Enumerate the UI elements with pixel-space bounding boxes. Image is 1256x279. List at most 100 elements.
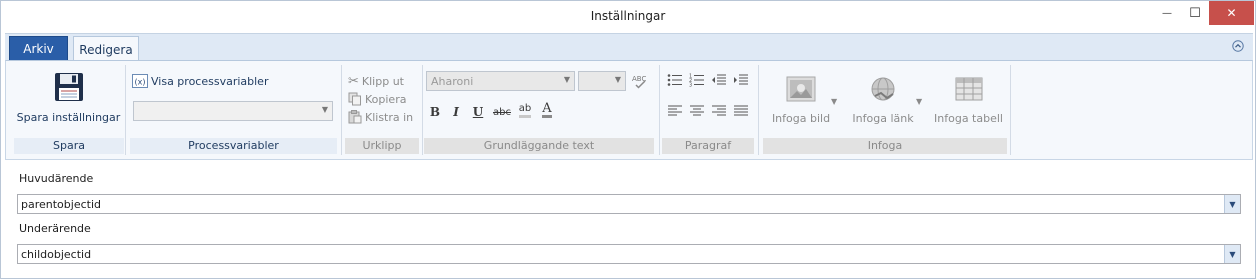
save-settings-label: Spara inställningar [16, 111, 121, 124]
strikethrough-icon: abc [493, 106, 511, 118]
font-color-icon: A [542, 101, 552, 118]
underline-icon: U [472, 105, 484, 119]
insert-link-button[interactable]: Infoga länk [848, 76, 918, 125]
group-label-processvariabler: Processvariabler [130, 138, 337, 154]
show-process-variables-button[interactable]: (x) Visa processvariabler [132, 73, 268, 89]
minimize-button[interactable]: — [1153, 1, 1181, 25]
save-settings-button[interactable]: Spara inställningar [16, 71, 121, 124]
floppy-disk-icon [54, 73, 83, 101]
clipboard-icon [348, 110, 362, 124]
group-label-infoga: Infoga [763, 138, 1007, 154]
spellcheck-icon: ABC [632, 75, 646, 89]
paste-label: Klistra in [365, 110, 414, 124]
align-justify-button[interactable] [732, 102, 750, 120]
align-right-button[interactable] [710, 102, 728, 120]
chevron-down-icon: ▼ [831, 97, 838, 106]
insert-image-button[interactable]: Infoga bild [766, 76, 836, 125]
decrease-indent-icon [712, 74, 726, 85]
chevron-down-icon: ▼ [321, 105, 328, 114]
numbered-list-button[interactable]: 1 2 3 [688, 71, 706, 89]
align-center-icon [690, 105, 704, 116]
insert-link-dropdown-arrow[interactable]: ▼ [916, 97, 922, 106]
underarende-combobox[interactable]: childobjectid ▼ [17, 244, 1241, 264]
underarende-label: Underärende [19, 222, 91, 235]
group-label-paragraf: Paragraf [662, 138, 754, 154]
copy-icon [348, 92, 361, 106]
svg-text:3: 3 [689, 83, 692, 88]
bullet-list-icon [667, 74, 682, 86]
font-family-dropdown[interactable]: Aharoni ▼ [426, 71, 575, 91]
image-icon [786, 76, 816, 102]
highlight-icon: ab [518, 103, 532, 118]
tab-arkiv[interactable]: Arkiv [9, 36, 68, 62]
font-size-dropdown[interactable]: ▼ [578, 71, 626, 91]
chevron-down-icon: ▼ [563, 75, 570, 84]
link-globe-icon [871, 77, 895, 101]
insert-image-dropdown-arrow[interactable]: ▼ [831, 97, 837, 106]
increase-indent-button[interactable] [732, 71, 750, 89]
strikethrough-button[interactable]: abc [492, 103, 512, 121]
align-center-button[interactable] [688, 102, 706, 120]
group-separator [125, 65, 126, 155]
cut-button[interactable]: ✂ Klipp ut [348, 73, 404, 89]
close-icon: ✕ [1226, 6, 1237, 20]
collapse-ribbon-button[interactable] [1231, 40, 1245, 54]
close-button[interactable]: ✕ [1209, 1, 1254, 25]
italic-button[interactable]: I [447, 103, 465, 121]
chevron-down-icon: ▼ [1229, 199, 1236, 209]
settings-window: Inställningar — ☐ ✕ Arkiv Redigera Spara… [0, 0, 1256, 279]
align-justify-icon [734, 105, 748, 116]
bold-button[interactable]: B [426, 103, 444, 121]
paste-button[interactable]: Klistra in [348, 109, 413, 125]
group-label-spara: Spara [14, 138, 124, 154]
chevron-up-icon [1232, 40, 1244, 52]
highlight-button[interactable]: ab [516, 101, 534, 119]
variable-icon: (x) [132, 74, 148, 88]
ribbon-tab-strip: Arkiv Redigera [5, 33, 1253, 62]
group-separator [659, 65, 660, 155]
window-title: Inställningar [590, 9, 666, 23]
table-icon [955, 77, 982, 101]
bold-icon: B [429, 105, 441, 119]
font-color-button[interactable]: A [538, 101, 556, 119]
align-left-button[interactable] [666, 102, 684, 120]
bullet-list-button[interactable] [666, 71, 684, 89]
group-separator [1010, 65, 1011, 155]
underarende-value: childobjectid [21, 248, 92, 261]
tab-redigera[interactable]: Redigera [73, 36, 139, 62]
insert-table-button[interactable]: Infoga tabell [931, 76, 1006, 125]
copy-button[interactable]: Kopiera [348, 91, 406, 107]
minimize-icon: — [1162, 7, 1172, 19]
font-family-value: Aharoni [431, 75, 474, 88]
align-left-icon [668, 105, 682, 116]
insert-table-label: Infoga tabell [934, 112, 1003, 125]
group-separator [341, 65, 342, 155]
maximize-icon: ☐ [1189, 5, 1201, 21]
decrease-indent-button[interactable] [710, 71, 728, 89]
process-variables-dropdown[interactable]: ▼ [133, 101, 333, 121]
group-separator [422, 65, 423, 155]
align-right-icon [712, 105, 726, 116]
huvudarende-label: Huvudärende [19, 172, 94, 185]
chevron-down-icon: ▼ [916, 97, 923, 106]
title-bar: Inställningar — ☐ ✕ [1, 1, 1255, 32]
ribbon-panel: Spara inställningar Spara (x) Visa proce… [5, 60, 1253, 160]
group-label-urklipp: Urklipp [345, 138, 419, 154]
chevron-down-icon: ▼ [1229, 249, 1236, 259]
huvudarende-dropdown-button[interactable]: ▼ [1224, 195, 1240, 213]
copy-label: Kopiera [365, 92, 407, 106]
underline-button[interactable]: U [469, 103, 487, 121]
spellcheck-button[interactable]: ABC [630, 72, 648, 90]
group-separator [758, 65, 759, 155]
chevron-down-icon: ▼ [614, 75, 621, 84]
scissors-icon: ✂ [348, 73, 359, 89]
maximize-button[interactable]: ☐ [1181, 1, 1209, 25]
huvudarende-value: parentobjectid [21, 198, 101, 211]
underarende-dropdown-button[interactable]: ▼ [1224, 245, 1240, 263]
numbered-list-icon: 1 2 3 [689, 74, 704, 88]
huvudarende-combobox[interactable]: parentobjectid ▼ [17, 194, 1241, 214]
increase-indent-icon [734, 74, 748, 85]
italic-icon: I [453, 105, 459, 119]
group-label-grundlaggande-text: Grundläggande text [424, 138, 654, 154]
insert-image-label: Infoga bild [771, 112, 831, 125]
